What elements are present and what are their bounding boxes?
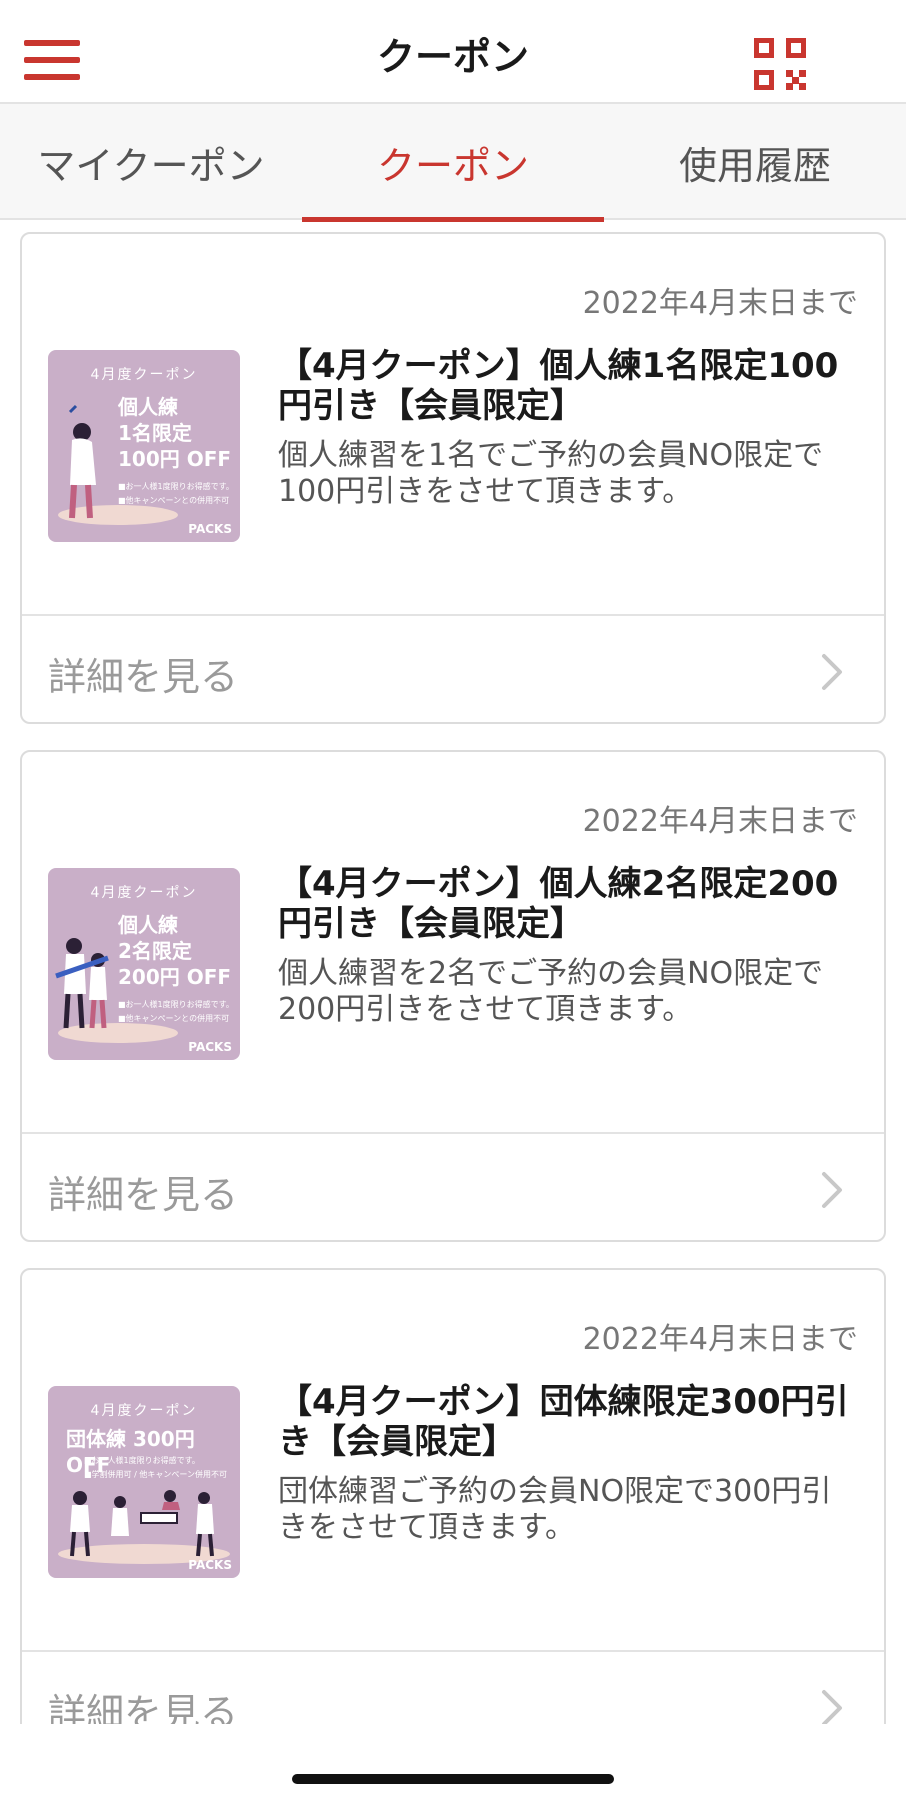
thumb-headline: 個人練 1名限定 100円 OFF bbox=[118, 395, 232, 471]
brand-logo: PACKS bbox=[188, 522, 232, 536]
view-details-button[interactable]: 詳細を見る bbox=[22, 1134, 884, 1240]
coupon-title: 【4月クーポン】団体練限定300円引き【会員限定】 bbox=[278, 1382, 849, 1462]
brand-logo: PACKS bbox=[188, 1040, 232, 1054]
tab-label: マイクーポン bbox=[37, 143, 265, 188]
qr-code-button[interactable] bbox=[752, 36, 808, 92]
app-header: クーポン bbox=[0, 0, 906, 104]
thumb-header: 4月度クーポン bbox=[90, 367, 198, 383]
tab-my-coupons[interactable]: マイクーポン bbox=[0, 104, 302, 220]
thumb-headline: 個人練 2名限定 200円 OFF bbox=[118, 913, 232, 989]
chevron-right-icon bbox=[822, 1172, 842, 1208]
coupon-description: 個人練習を2名でご予約の会員NO限定で200円引きをさせて頂きます。 bbox=[278, 956, 824, 1027]
coupon-description: 団体練習ご予約の会員NO限定で300円引きをさせて頂きます。 bbox=[278, 1474, 832, 1545]
qr-code-icon bbox=[754, 38, 806, 90]
coupon-list: 2022年4月末日まで 4月度クーポン 個人練 1名限定 100円 OFF ■お… bbox=[20, 232, 886, 1786]
tab-bar: マイクーポン クーポン 使用履歴 bbox=[0, 104, 906, 222]
bottom-safe-area bbox=[0, 1724, 906, 1806]
thumb-header: 4月度クーポン bbox=[90, 885, 198, 901]
tab-label: 使用履歴 bbox=[678, 143, 831, 188]
coupon-card[interactable]: 2022年4月末日まで 4月度クーポン 団体練 300円 OFF ■お一人様1度… bbox=[20, 1268, 886, 1760]
tab-label: クーポン bbox=[376, 143, 529, 188]
tab-usage-history[interactable]: 使用履歴 bbox=[604, 104, 906, 220]
coupon-thumbnail: 4月度クーポン 個人練 1名限定 100円 OFF ■お一人様1度限りお得感です… bbox=[48, 350, 240, 542]
coupon-thumbnail: 4月度クーポン 団体練 300円 OFF ■お一人様1度限りお得感です。 ■学割… bbox=[48, 1386, 240, 1578]
thumb-notes: ■お一人様1度限りお得感です。 ■他キャンペーンとの併用不可 bbox=[118, 482, 234, 505]
coupon-card[interactable]: 2022年4月末日まで 4月度クーポン 個人練 1名限定 100円 OFF ■お… bbox=[20, 232, 886, 724]
view-details-button[interactable]: 詳細を見る bbox=[22, 616, 884, 722]
view-details-label: 詳細を見る bbox=[48, 1173, 239, 1217]
thumb-notes: ■お一人様1度限りお得感です。 ■他キャンペーンとの併用不可 bbox=[118, 1000, 234, 1023]
coupon-description: 個人練習を1名でご予約の会員NO限定で100円引きをさせて頂きます。 bbox=[278, 438, 824, 509]
view-details-label: 詳細を見る bbox=[48, 655, 239, 699]
thumb-header: 4月度クーポン bbox=[90, 1403, 198, 1419]
home-indicator[interactable] bbox=[292, 1774, 614, 1784]
brand-logo: PACKS bbox=[188, 1558, 232, 1572]
tab-coupons[interactable]: クーポン bbox=[302, 104, 604, 222]
coupon-title: 【4月クーポン】個人練1名限定100円引き【会員限定】 bbox=[278, 346, 839, 426]
coupon-thumbnail: 4月度クーポン 個人練 2名限定 200円 OFF ■お一人様1度限りお得感です… bbox=[48, 868, 240, 1060]
expiry-date: 2022年4月末日まで bbox=[582, 1322, 858, 1357]
coupon-card[interactable]: 2022年4月末日まで 4月度クーポン 個人練 2名限定 200円 OFF ■お… bbox=[20, 750, 886, 1242]
coupon-title: 【4月クーポン】個人練2名限定200円引き【会員限定】 bbox=[278, 864, 839, 944]
expiry-date: 2022年4月末日まで bbox=[582, 286, 858, 321]
chevron-right-icon bbox=[822, 654, 842, 690]
expiry-date: 2022年4月末日まで bbox=[582, 804, 858, 839]
thumb-notes: ■お一人様1度限りお得感です。 ■学割併用可 / 他キャンペーン併用不可 bbox=[84, 1456, 227, 1479]
